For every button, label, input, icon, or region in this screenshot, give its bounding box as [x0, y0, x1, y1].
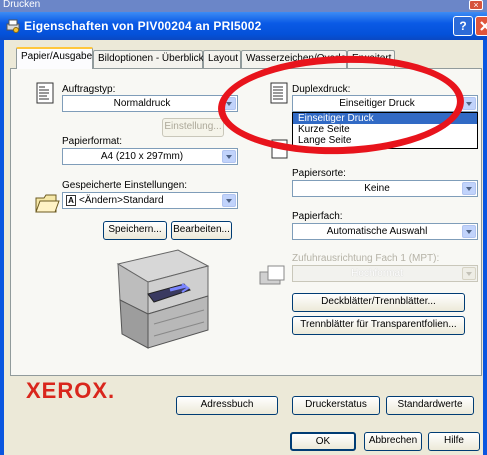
chevron-down-icon[interactable] — [462, 225, 476, 238]
window-frame-right — [483, 40, 487, 455]
xerox-logo: XEROX. — [26, 378, 116, 403]
abbrechen-button[interactable]: Abbrechen — [364, 432, 422, 451]
papierfach-combo[interactable]: Automatische Auswahl — [292, 223, 478, 240]
papiersorte-combo[interactable]: Keine — [292, 180, 478, 197]
printer-illustration-icon — [116, 249, 210, 349]
chevron-down-icon[interactable] — [462, 182, 476, 195]
zufuhr-value: Hochformat — [351, 268, 403, 279]
einstellung-button[interactable]: Einstellung... — [162, 118, 224, 137]
chevron-down-icon[interactable] — [222, 97, 236, 110]
chevron-down-icon[interactable] — [222, 150, 236, 163]
background-window-title: Drucken — [3, 0, 41, 10]
settings-badge: A — [66, 195, 76, 206]
printer-properties-icon — [6, 19, 20, 33]
papierformat-combo[interactable]: A4 (210 x 297mm) — [62, 148, 238, 165]
chevron-down-icon[interactable] — [222, 194, 236, 207]
chevron-down-icon[interactable] — [462, 267, 476, 280]
close-icon — [480, 21, 487, 31]
duplex-label: Duplexdruck: — [292, 84, 351, 95]
duplex-option-einseitig[interactable]: Einseitiger Druck — [293, 113, 477, 124]
adressbuch-button[interactable]: Adressbuch — [176, 396, 278, 415]
duplex-dropdown-list: Einseitiger Druck Kurze Seite Lange Seit… — [292, 112, 478, 149]
bearbeiten-button[interactable]: Bearbeiten... — [171, 221, 232, 240]
tab-erweitert[interactable]: Erweitert — [347, 50, 395, 68]
duplex-option-lange-seite[interactable]: Lange Seite — [293, 135, 477, 146]
job-type-icon — [36, 82, 54, 104]
speichern-button[interactable]: Speichern... — [103, 221, 167, 240]
background-window-titlebar — [0, 0, 487, 12]
duplex-combo[interactable]: Einseitiger Druck — [292, 95, 478, 112]
background-close-icon[interactable]: × — [469, 0, 483, 10]
papierfach-value: Automatische Auswahl — [326, 226, 428, 237]
standardwerte-button[interactable]: Standardwerte — [386, 396, 474, 415]
tab-papier-ausgabe[interactable]: Papier/Ausgabe — [16, 47, 93, 69]
auftragstyp-combo[interactable]: Normaldruck — [62, 95, 238, 112]
tab-wasserzeichen[interactable]: Wasserzeichen/Overlay — [241, 50, 347, 68]
papiersorte-label: Papiersorte: — [292, 168, 346, 179]
papierformat-label: Papierformat: — [62, 136, 123, 147]
dialog-title: Eigenschaften von PIV00204 an PRI5002 — [24, 19, 262, 33]
deckblaetter-button[interactable]: Deckblätter/Trennblätter... — [292, 293, 465, 312]
auftragstyp-value: Normaldruck — [113, 98, 171, 109]
druckerstatus-button[interactable]: Druckerstatus — [292, 396, 380, 415]
duplex-option-kurze-seite[interactable]: Kurze Seite — [293, 124, 477, 135]
paper-icon — [271, 139, 288, 159]
papierfach-label: Papierfach: — [292, 211, 343, 222]
gespeicherte-value: <Ändern>Standard — [79, 195, 164, 206]
folder-icon — [35, 194, 60, 213]
hilfe-button[interactable]: Hilfe — [428, 432, 480, 451]
duplex-value: Einseitiger Druck — [339, 98, 415, 109]
duplex-icon — [270, 82, 288, 104]
chevron-down-icon[interactable] — [462, 97, 476, 110]
papierformat-value: A4 (210 x 297mm) — [100, 151, 184, 162]
auftragstyp-label: Auftragstyp: — [62, 84, 116, 95]
help-title-button[interactable]: ? — [453, 16, 473, 36]
close-title-button[interactable] — [475, 16, 487, 36]
trennblaetter-button[interactable]: Trennblätter für Transparentfolien... — [292, 316, 465, 335]
zufuhr-combo[interactable]: Hochformat — [292, 265, 478, 282]
tray-icon — [259, 265, 285, 285]
ok-button[interactable]: OK — [290, 432, 356, 451]
gespeicherte-combo[interactable]: A <Ändern>Standard — [62, 192, 238, 209]
window-frame-left — [0, 40, 4, 455]
tab-layout[interactable]: Layout — [203, 50, 241, 68]
zufuhr-label: Zufuhrausrichtung Fach 1 (MPT): — [292, 253, 440, 264]
papiersorte-value: Keine — [364, 183, 390, 194]
tab-bildoptionen[interactable]: Bildoptionen - Überblick — [93, 50, 204, 68]
gespeicherte-label: Gespeicherte Einstellungen: — [62, 180, 188, 191]
